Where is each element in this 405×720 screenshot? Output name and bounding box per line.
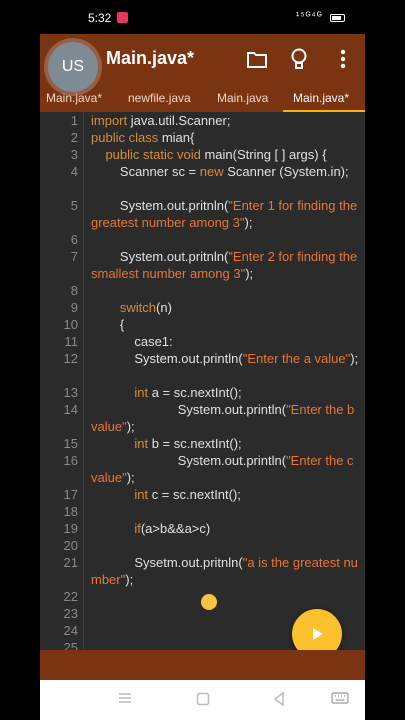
battery-icon xyxy=(330,14,345,22)
line-number: 12 xyxy=(63,351,78,366)
code-line: public static void main(String [ ] args)… xyxy=(91,147,327,162)
status-bar: 5:32 ¹⁵ᴳ⁴ᴳ xyxy=(0,0,405,34)
line-number: 15 xyxy=(63,436,78,451)
line-number: 25 xyxy=(63,640,78,650)
avatar[interactable]: US xyxy=(48,42,98,92)
line-number: 22 xyxy=(63,589,78,604)
code-line: System.out.println("Enter the a value"); xyxy=(91,351,359,366)
clock: 5:32 xyxy=(88,11,112,25)
play-icon xyxy=(313,628,323,640)
code-line: public class mian{ xyxy=(91,130,195,145)
line-number: 8 xyxy=(70,283,78,298)
tab-main-java-active[interactable]: Main.java* xyxy=(293,91,349,105)
code-line: System.out.pritnln("Enter 1 for finding … xyxy=(91,198,361,230)
code-line: Scanner sc = new Scanner (System.in); xyxy=(91,164,349,179)
code-line: import java.util.Scanner; xyxy=(91,113,231,128)
home-nav-icon[interactable] xyxy=(196,692,210,706)
line-number: 19 xyxy=(63,521,78,536)
line-number: 17 xyxy=(63,487,78,502)
line-number: 9 xyxy=(70,300,78,315)
line-number: 5 xyxy=(70,198,78,213)
bottom-bar xyxy=(40,650,365,680)
tab-newfile-java[interactable]: newfile.java xyxy=(128,91,191,105)
line-number: 16 xyxy=(63,453,78,468)
code-line: System.out.pritnln("Enter 2 for finding … xyxy=(91,249,361,281)
line-number: 23 xyxy=(63,606,78,621)
signal-icon: ¹⁵ᴳ⁴ᴳ xyxy=(296,11,323,22)
code-line: int b = sc.nextInt(); xyxy=(134,436,242,451)
line-number: 20 xyxy=(63,538,78,553)
line-number: 7 xyxy=(70,249,78,264)
file-tabs: Main.java* newfile.java Main.java Main.j… xyxy=(40,86,365,112)
more-vert-icon[interactable] xyxy=(330,46,356,72)
page-title: Main.java* xyxy=(106,48,195,68)
tab-main-java-modified[interactable]: Main.java* xyxy=(46,91,102,105)
code-line: System.out.println("Enter the c value"); xyxy=(91,453,358,485)
notification-icon xyxy=(117,12,128,23)
code-line: switch(n) xyxy=(119,300,172,315)
folder-icon[interactable] xyxy=(244,46,270,72)
line-number: 21 xyxy=(63,555,78,570)
keyboard-nav-icon[interactable] xyxy=(331,692,349,704)
line-number: 24 xyxy=(63,623,78,638)
line-number: 10 xyxy=(63,317,78,332)
text-cursor-handle[interactable] xyxy=(201,594,217,610)
code-line: int a = sc.nextInt(); xyxy=(134,385,242,400)
menu-nav-icon[interactable] xyxy=(118,692,132,704)
line-number: 1 xyxy=(70,113,78,128)
code-line: { xyxy=(91,317,125,332)
app-toolbar: US Main.java* xyxy=(40,34,365,92)
line-number: 3 xyxy=(70,147,78,162)
lightbulb-icon[interactable] xyxy=(286,46,312,72)
tab-main-java[interactable]: Main.java xyxy=(217,91,268,105)
line-number: 4 xyxy=(70,164,78,179)
code-line: case1: xyxy=(91,334,173,349)
line-number: 11 xyxy=(64,334,79,349)
line-number: 6 xyxy=(70,232,78,247)
line-number: 14 xyxy=(63,402,78,417)
code-editor[interactable]: 1 2 3 4 5 6 7 8 9 10 11 12 13 14 15 16 1… xyxy=(40,112,365,650)
code-line: int c = sc.nextInt(); xyxy=(134,487,241,502)
back-nav-icon[interactable] xyxy=(273,692,285,706)
line-number-gutter: 1 2 3 4 5 6 7 8 9 10 11 12 13 14 15 16 1… xyxy=(40,112,84,650)
line-number: 18 xyxy=(63,504,78,519)
code-line: System.out.println("Enter the b value"); xyxy=(91,402,358,434)
app-window: US Main.java* Main.java* newfile.java Ma… xyxy=(40,34,365,720)
line-number: 2 xyxy=(70,130,78,145)
code-line: if(a>b&&a>c) xyxy=(134,521,211,536)
system-nav-bar xyxy=(40,680,365,720)
line-number: 13 xyxy=(63,385,78,400)
code-line: Sysetm.out.pritnln("a is the greatest nu… xyxy=(91,555,358,587)
